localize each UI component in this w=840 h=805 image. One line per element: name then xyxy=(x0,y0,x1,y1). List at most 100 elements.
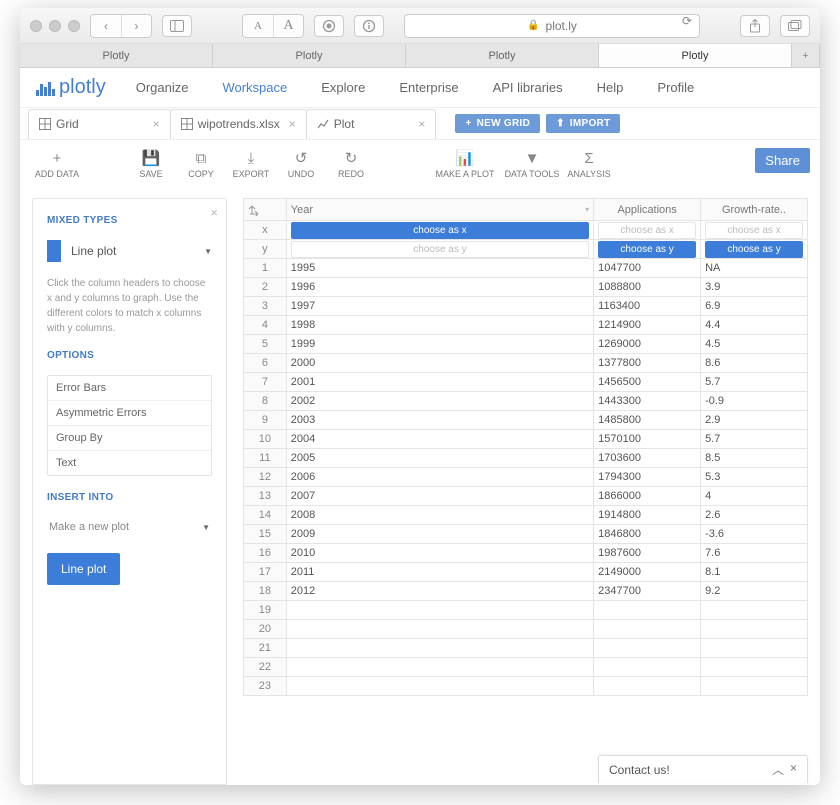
table-row[interactable]: 13200718660004 xyxy=(244,487,808,506)
new-tab-button[interactable]: + xyxy=(792,44,820,67)
option-error-bars[interactable]: Error Bars xyxy=(48,376,211,401)
plotly-logo[interactable]: plotly xyxy=(36,76,106,99)
sidebar-toggle[interactable] xyxy=(162,15,192,37)
line-plot-button[interactable]: Line plot xyxy=(47,553,120,585)
column-header[interactable]: Applications xyxy=(594,199,701,221)
make-plot-button[interactable]: 📊MAKE A PLOT xyxy=(432,149,498,179)
analysis-button[interactable]: ΣANALYSIS xyxy=(566,150,612,179)
close-dot[interactable] xyxy=(30,20,42,32)
minimize-dot[interactable] xyxy=(49,20,61,32)
table-row[interactable]: 18201223477009.2 xyxy=(244,582,808,601)
table-row[interactable]: 2199610888003.9 xyxy=(244,278,808,297)
column-menu-icon[interactable]: ▾ xyxy=(585,205,589,214)
browser-tab[interactable]: Plotly xyxy=(599,44,792,67)
choose-as-y[interactable]: choose as y xyxy=(705,241,803,258)
table-row[interactable]: 7200114565005.7 xyxy=(244,373,808,392)
font-small-button[interactable]: A xyxy=(243,15,273,37)
forward-button[interactable]: › xyxy=(121,15,151,37)
table-row[interactable]: 5199912690004.5 xyxy=(244,335,808,354)
table-row[interactable]: 20 xyxy=(244,620,808,639)
worksheet-tab-plot[interactable]: Plot × xyxy=(306,109,437,139)
column-header[interactable]: Year▾ xyxy=(286,199,593,221)
upload-icon: ⬆ xyxy=(556,118,565,129)
nav-help[interactable]: Help xyxy=(597,80,624,95)
reload-icon[interactable]: ⟳ xyxy=(682,14,692,28)
nav-profile[interactable]: Profile xyxy=(657,80,694,95)
worksheet-tab-grid[interactable]: Grid × xyxy=(28,109,171,139)
tabs-overview-button[interactable] xyxy=(780,15,810,37)
nav-explore[interactable]: Explore xyxy=(321,80,365,95)
reader-fontsize[interactable]: A A xyxy=(242,14,304,38)
close-icon[interactable]: × xyxy=(210,205,218,220)
close-icon[interactable]: × xyxy=(418,117,425,131)
import-button[interactable]: ⬆ IMPORT xyxy=(546,114,620,133)
option-text[interactable]: Text xyxy=(48,451,211,475)
zoom-dot[interactable] xyxy=(68,20,80,32)
choose-as-y[interactable]: choose as y xyxy=(598,241,696,258)
reader-info-button[interactable] xyxy=(354,15,384,37)
table-row[interactable]: 14200819148002.6 xyxy=(244,506,808,525)
nav-api-libraries[interactable]: API libraries xyxy=(493,80,563,95)
browser-tab[interactable]: Plotly xyxy=(406,44,599,67)
choose-as-x[interactable]: choose as x xyxy=(598,222,696,239)
chevron-up-icon[interactable]: ︿ xyxy=(772,761,784,778)
export-button[interactable]: ⤓EXPORT xyxy=(228,150,274,179)
nav-enterprise[interactable]: Enterprise xyxy=(399,80,458,95)
contact-us-tab[interactable]: Contact us! ︿ × xyxy=(598,755,808,783)
copy-button[interactable]: ⧉COPY xyxy=(178,150,224,179)
data-tools-button[interactable]: ▼DATA TOOLS xyxy=(502,150,562,179)
table-row[interactable]: 3199711634006.9 xyxy=(244,297,808,316)
table-row[interactable]: 12200617943005.3 xyxy=(244,468,808,487)
table-row[interactable]: 4199812149004.4 xyxy=(244,316,808,335)
add-data-button[interactable]: +ADD DATA xyxy=(34,150,80,179)
insert-into-selector[interactable]: Make a new plot ▼ xyxy=(47,517,212,537)
table-row[interactable]: 21 xyxy=(244,639,808,658)
chevron-down-icon: ▼ xyxy=(202,523,210,532)
browser-tab[interactable]: Plotly xyxy=(20,44,213,67)
export-label: EXPORT xyxy=(233,169,270,179)
column-header[interactable]: Growth-rate.. xyxy=(701,199,808,221)
font-large-button[interactable]: A xyxy=(273,15,303,37)
worksheet-tab-file[interactable]: wipotrends.xlsx × xyxy=(170,109,307,139)
data-grid[interactable]: Year▾ApplicationsGrowth-rate..xchoose as… xyxy=(243,198,808,785)
close-icon[interactable]: × xyxy=(790,761,797,778)
plotly-logo-icon xyxy=(36,80,55,96)
nav-organize[interactable]: Organize xyxy=(136,80,189,95)
table-row[interactable]: 16201019876007.6 xyxy=(244,544,808,563)
browser-tab[interactable]: Plotly xyxy=(213,44,406,67)
table-row[interactable]: 119951047700NA xyxy=(244,259,808,278)
nav-back-forward[interactable]: ‹ › xyxy=(90,14,152,38)
choose-as-x[interactable]: choose as x xyxy=(291,222,589,239)
close-icon[interactable]: × xyxy=(289,117,296,131)
grid-corner[interactable] xyxy=(244,199,287,221)
redo-button[interactable]: ↻REDO xyxy=(328,149,374,179)
option-group-by[interactable]: Group By xyxy=(48,426,211,451)
table-row[interactable]: 11200517036008.5 xyxy=(244,449,808,468)
window-traffic-lights[interactable] xyxy=(30,20,80,32)
option-asymmetric-errors[interactable]: Asymmetric Errors xyxy=(48,401,211,426)
table-row[interactable]: 22 xyxy=(244,658,808,677)
table-row[interactable]: 23 xyxy=(244,677,808,696)
table-row[interactable]: 1520091846800-3.6 xyxy=(244,525,808,544)
back-button[interactable]: ‹ xyxy=(91,15,121,37)
table-row[interactable]: 6200013778008.6 xyxy=(244,354,808,373)
share-button[interactable]: Share xyxy=(755,148,810,173)
table-row[interactable]: 820021443300-0.9 xyxy=(244,392,808,411)
table-row[interactable]: 10200415701005.7 xyxy=(244,430,808,449)
address-bar[interactable]: 🔒 plot.ly xyxy=(404,14,700,38)
choose-as-y[interactable]: choose as y xyxy=(291,241,589,258)
column-label: Applications xyxy=(617,204,676,216)
reader-circle-button[interactable] xyxy=(314,15,344,37)
new-grid-button[interactable]: + NEW GRID xyxy=(455,114,540,133)
trace-type-selector[interactable]: Line plot▼ xyxy=(47,240,212,262)
share-system-button[interactable] xyxy=(740,15,770,37)
close-icon[interactable]: × xyxy=(153,117,160,131)
save-button[interactable]: 💾SAVE xyxy=(128,149,174,179)
undo-button[interactable]: ↺UNDO xyxy=(278,149,324,179)
table-row[interactable]: 17201121490008.1 xyxy=(244,563,808,582)
grid-tab-label: Grid xyxy=(56,117,79,131)
choose-as-x[interactable]: choose as x xyxy=(705,222,803,239)
table-row[interactable]: 19 xyxy=(244,601,808,620)
table-row[interactable]: 9200314858002.9 xyxy=(244,411,808,430)
nav-workspace[interactable]: Workspace xyxy=(222,80,287,95)
